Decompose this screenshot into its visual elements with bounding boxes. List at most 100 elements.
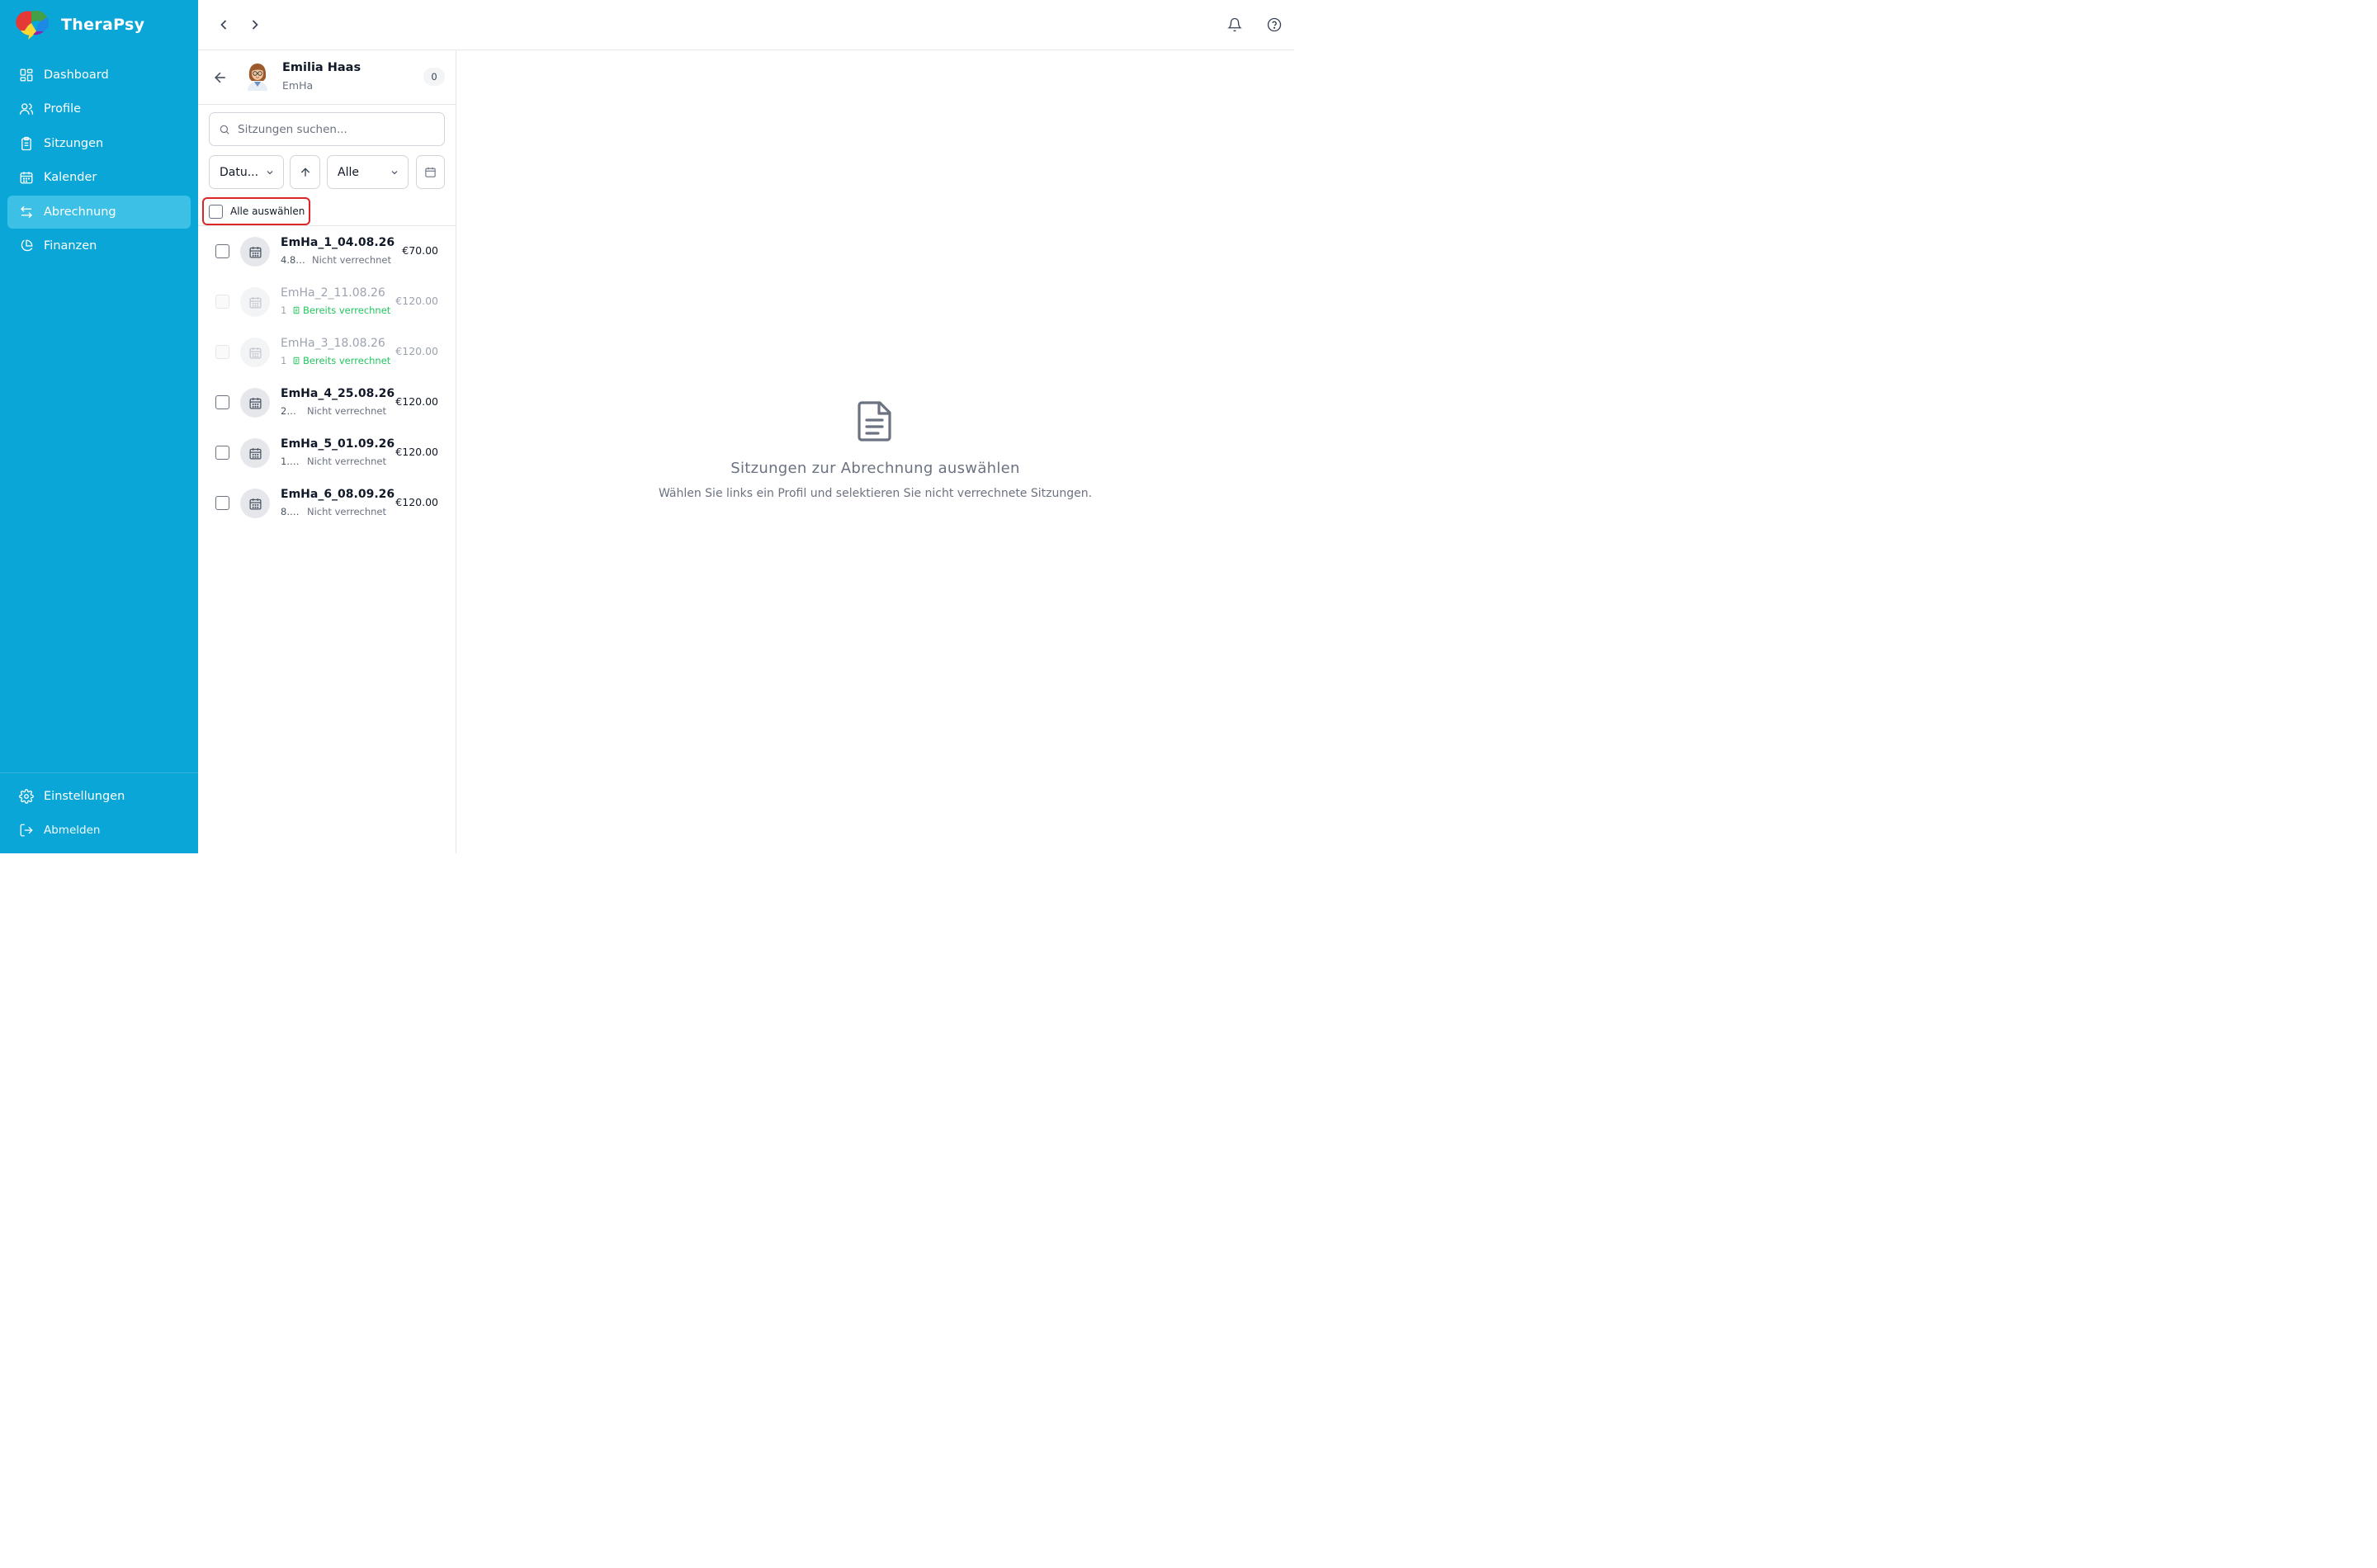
session-checkbox[interactable] (215, 244, 229, 258)
session-price: €70.00 (402, 244, 438, 257)
sidebar-item-einstellungen[interactable]: Einstellungen (0, 780, 198, 813)
calendar-icon (240, 388, 270, 418)
session-row[interactable]: EmHa_5_01.09.26 1.9.2026 Nicht verrechne… (198, 427, 456, 478)
arrow-up-icon (300, 167, 310, 177)
session-row[interactable]: EmHa_1_04.08.26 4.8.2026 Nicht verrechne… (198, 226, 456, 276)
chevron-down-icon (391, 171, 398, 175)
session-row[interactable]: EmHa_4_25.08.26 25.8.2026 Nicht verrechn… (198, 377, 456, 427)
session-panel: Emilia Haas EmHa 0 Datu... Alle Alle aus… (198, 50, 456, 853)
chevron-down-icon (267, 171, 273, 175)
document-icon (858, 401, 891, 442)
sort-field-select[interactable]: Datu... (209, 155, 284, 189)
main-nav: Dashboard Profile Sitzungen Kalender Abr… (7, 59, 191, 263)
session-meta: 4.8.2026 Nicht verrechnet (281, 254, 391, 266)
sidebar-item-label: Kalender (44, 171, 97, 185)
session-title: EmHa_6_08.09.26 (281, 488, 395, 501)
calendar-icon (20, 172, 33, 184)
dashboard-icon (20, 68, 33, 82)
logout-icon (20, 824, 33, 837)
session-price: €120.00 (395, 496, 438, 508)
session-title: EmHa_2_11.08.26 (281, 286, 385, 300)
sort-direction-button[interactable] (290, 155, 320, 189)
clipboard-icon (21, 136, 31, 150)
session-date: 25.8.2026 (281, 405, 302, 417)
chevron-left-icon[interactable] (215, 17, 232, 33)
sidebar: TheraPsy Dashboard Profile Sitzungen Kal… (0, 0, 198, 853)
sidebar-item-label: Sitzungen (44, 136, 104, 150)
pie-chart-icon (21, 239, 33, 252)
document-icon (293, 357, 300, 365)
session-row: EmHa_2_11.08.26 11.8.2026 Bereits verrec… (198, 276, 456, 327)
logout-button[interactable]: Abmelden (0, 814, 198, 847)
brand-name: TheraPsy (61, 16, 145, 34)
search-input[interactable] (238, 122, 436, 136)
select-all-row: Alle auswählen (198, 196, 456, 226)
session-price: €120.00 (395, 295, 438, 307)
session-meta: 18.8.2026 Bereits verrechnet (281, 355, 390, 366)
sidebar-item-kalender[interactable]: Kalender (7, 161, 191, 194)
profile-header: Emilia Haas EmHa 0 (198, 50, 456, 105)
top-bar (198, 0, 1294, 50)
select-all-label: Alle auswählen (230, 205, 305, 217)
session-status-billed: Bereits verrechnet (292, 305, 390, 316)
session-price: €120.00 (395, 345, 438, 357)
selection-count-badge: 0 (423, 68, 445, 86)
session-status: Nicht verrechnet (307, 405, 387, 417)
empty-state-subtitle: Wählen Sie links ein Profil und selektie… (658, 487, 1093, 500)
sidebar-item-label: Abrechnung (44, 205, 116, 219)
users-icon (19, 103, 34, 116)
search-icon (220, 125, 229, 135)
arrow-left-icon[interactable] (212, 69, 229, 86)
session-status: Bereits verrechnet (303, 355, 391, 366)
gear-icon (19, 789, 34, 804)
help-circle-icon[interactable] (1267, 17, 1282, 32)
session-row: EmHa_3_18.08.26 18.8.2026 Bereits verrec… (198, 327, 456, 377)
calendar-icon (240, 489, 270, 518)
session-checkbox (215, 345, 229, 359)
session-title: EmHa_4_25.08.26 (281, 387, 395, 400)
sidebar-item-finanzen[interactable]: Finanzen (7, 229, 191, 262)
status-filter-select[interactable]: Alle (327, 155, 409, 189)
calendar-icon (240, 237, 270, 267)
session-price: €120.00 (395, 446, 438, 458)
logout-label: Abmelden (44, 824, 101, 837)
sidebar-item-label: Dashboard (44, 68, 109, 82)
session-checkbox[interactable] (215, 395, 229, 409)
sidebar-item-label: Finanzen (44, 239, 97, 253)
sidebar-item-dashboard[interactable]: Dashboard (7, 59, 191, 92)
date-filter-button[interactable] (416, 155, 445, 189)
session-meta: 1.9.2026 Nicht verrechnet (281, 456, 386, 467)
session-status-billed: Bereits verrechnet (292, 355, 390, 366)
session-date: 11.8.2026 (281, 305, 287, 316)
session-checkbox (215, 295, 229, 309)
sort-field-value: Datu... (220, 165, 259, 179)
session-date: 4.8.2026 (281, 254, 307, 266)
session-status: Bereits verrechnet (303, 305, 391, 316)
sidebar-item-label: Einstellungen (44, 790, 125, 803)
session-row[interactable]: EmHa_6_08.09.26 8.9.2026 Nicht verrechne… (198, 478, 456, 528)
select-all-checkbox[interactable]: Alle auswählen (202, 197, 310, 225)
calendar-icon (240, 438, 270, 468)
bell-icon[interactable] (1227, 17, 1242, 32)
sidebar-item-profile[interactable]: Profile (7, 92, 191, 125)
session-checkbox[interactable] (215, 496, 229, 510)
brain-logo-icon (16, 10, 50, 40)
session-checkbox[interactable] (215, 446, 229, 460)
calendar-icon (240, 287, 270, 317)
billing-main: Sitzungen zur Abrechnung auswählen Wähle… (456, 50, 1294, 853)
brand[interactable]: TheraPsy (13, 8, 144, 41)
session-date: 8.9.2026 (281, 506, 302, 517)
session-status: Nicht verrechnet (307, 456, 387, 467)
sidebar-item-sitzungen[interactable]: Sitzungen (7, 127, 191, 160)
session-meta: 11.8.2026 Bereits verrechnet (281, 305, 390, 316)
checkbox[interactable] (209, 204, 223, 219)
empty-state-title: Sitzungen zur Abrechnung auswählen (730, 460, 1020, 477)
status-filter-value: Alle (338, 165, 359, 179)
session-price: €120.00 (395, 395, 438, 408)
chevron-right-icon[interactable] (247, 17, 263, 33)
session-date: 1.9.2026 (281, 456, 302, 467)
session-date: 18.8.2026 (281, 355, 287, 366)
session-search (209, 112, 445, 146)
calendar-icon (240, 338, 270, 367)
sidebar-item-abrechnung[interactable]: Abrechnung (7, 195, 191, 229)
